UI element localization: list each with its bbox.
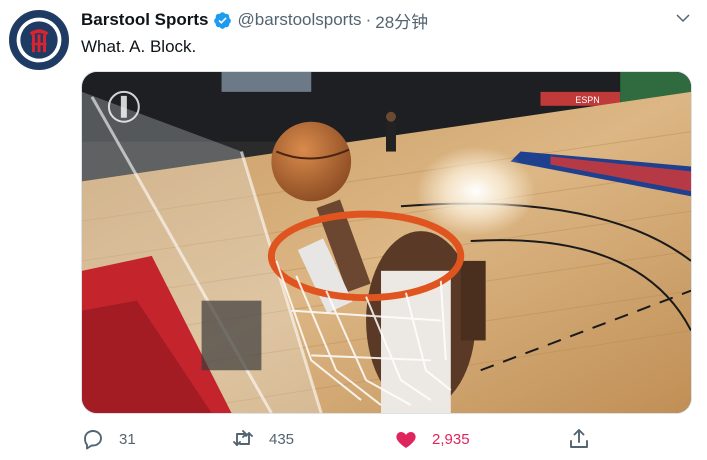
retweet-count: 435 xyxy=(269,430,295,448)
like-button[interactable]: 2,935 xyxy=(394,426,470,452)
author-avatar[interactable] xyxy=(9,10,69,70)
basketball-block-image: ESPN xyxy=(82,72,691,413)
tweet-media-video[interactable]: ESPN xyxy=(81,71,692,414)
tweet-text: What. A. Block. xyxy=(81,37,197,56)
author-display-name[interactable]: Barstool Sports xyxy=(81,10,209,30)
retweet-icon xyxy=(233,430,253,446)
share-button[interactable] xyxy=(567,426,591,452)
share-icon xyxy=(570,429,588,448)
verified-badge-icon xyxy=(213,11,232,30)
like-count: 2,935 xyxy=(432,430,470,448)
reply-count: 31 xyxy=(119,430,136,448)
reply-icon xyxy=(84,430,102,450)
reply-button[interactable]: 31 xyxy=(81,426,136,452)
separator-dot: · xyxy=(365,10,372,29)
tweet-actions: 31 435 2,935 xyxy=(81,426,692,452)
author-handle[interactable]: @barstoolsports xyxy=(238,10,362,30)
tweet-timestamp[interactable]: 28分钟 xyxy=(375,8,428,33)
tweet-card[interactable]: Barstool Sports @barstoolsports · 28分钟 W… xyxy=(0,0,707,460)
heart-icon xyxy=(396,432,416,448)
espn-board-label: ESPN xyxy=(575,95,599,105)
retweet-button[interactable]: 435 xyxy=(231,426,294,452)
barstool-logo-icon xyxy=(11,12,67,68)
chevron-down-icon[interactable] xyxy=(674,9,692,27)
tweet-header: Barstool Sports @barstoolsports · 28分钟 xyxy=(81,8,428,33)
